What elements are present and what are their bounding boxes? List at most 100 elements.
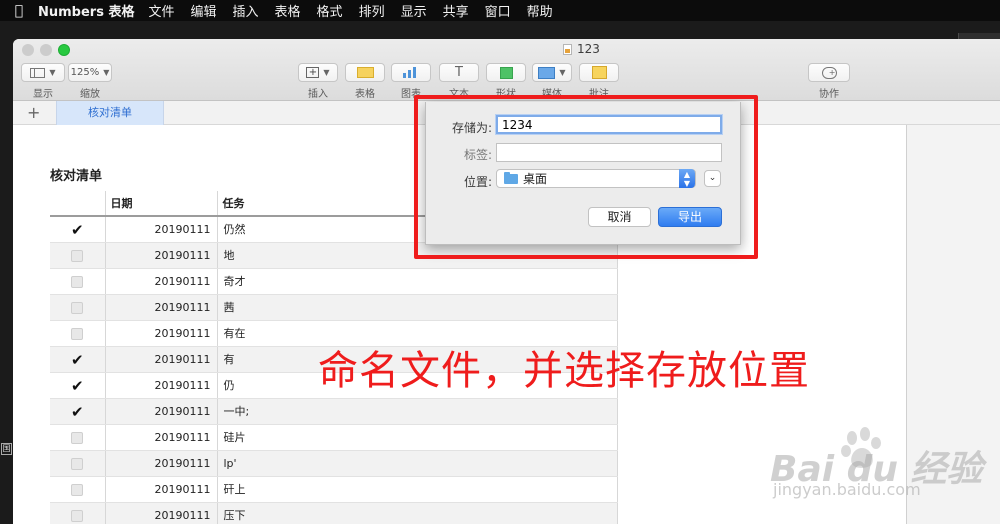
date-cell[interactable]: 20190111	[105, 268, 218, 295]
task-cell[interactable]: 茜	[217, 294, 618, 321]
apple-icon[interactable]: 	[0, 3, 38, 19]
media-icon	[538, 66, 556, 79]
date-cell[interactable]: 20190111	[105, 216, 218, 243]
date-cell[interactable]: 20190111	[105, 502, 218, 524]
menu-view[interactable]: 显示	[401, 1, 427, 20]
task-cell[interactable]: lp'	[217, 450, 618, 477]
minimize-window-button[interactable]	[40, 44, 52, 56]
date-cell[interactable]: 20190111	[105, 398, 218, 425]
watermark-url: jingyan.baidu.com	[773, 480, 921, 499]
table-row: 20190111 茜	[50, 294, 618, 321]
date-cell[interactable]: 20190111	[105, 372, 218, 399]
document-icon	[563, 43, 572, 55]
checkbox-cell[interactable]	[50, 242, 106, 269]
media-button[interactable]: ▼	[532, 63, 572, 82]
date-cell[interactable]: 20190111	[105, 294, 218, 321]
menu-bar:  Numbers 表格 文件 编辑 插入 表格 格式 排列 显示 共享 窗口 …	[0, 0, 1000, 21]
menu-insert[interactable]: 插入	[233, 1, 259, 20]
comment-icon	[591, 66, 607, 79]
date-cell[interactable]: 20190111	[105, 450, 218, 477]
menu-help[interactable]: 帮助	[527, 1, 553, 20]
maximize-window-button[interactable]	[58, 44, 70, 56]
checkbox-cell[interactable]	[50, 502, 106, 524]
table-row: 20190111 lp'	[50, 450, 618, 477]
menu-share[interactable]: 共享	[443, 1, 469, 20]
chevron-down-icon: ▼	[49, 68, 56, 77]
chart-icon	[402, 67, 420, 78]
menu-app-name[interactable]: Numbers 表格	[38, 1, 134, 20]
insert-icon: +	[306, 67, 320, 78]
document-title: 123	[563, 42, 600, 56]
checkbox-cell[interactable]: ✔	[50, 398, 106, 425]
insert-label: 插入	[308, 89, 328, 100]
checkbox-cell[interactable]: ✔	[50, 216, 106, 243]
checkbox-cell[interactable]	[50, 450, 106, 477]
checkbox[interactable]	[71, 457, 84, 470]
collaborate-label: 协作	[819, 89, 839, 100]
view-button[interactable]: ▼	[21, 63, 65, 82]
checkbox[interactable]	[71, 301, 84, 314]
checkbox[interactable]	[71, 275, 84, 288]
date-cell[interactable]: 20190111	[105, 242, 218, 269]
date-cell[interactable]: 20190111	[105, 346, 218, 373]
table-title[interactable]: 核对清单	[50, 165, 102, 184]
checkmark-icon[interactable]: ✔	[71, 222, 84, 237]
checkbox[interactable]	[71, 327, 84, 340]
checkbox[interactable]	[71, 509, 84, 522]
menu-arrange[interactable]: 排列	[359, 1, 385, 20]
task-cell[interactable]: 硅片	[217, 424, 618, 451]
checkmark-icon[interactable]: ✔	[71, 378, 84, 393]
task-cell[interactable]: 矸上	[217, 476, 618, 503]
date-cell[interactable]: 20190111	[105, 476, 218, 503]
window-toolbar: 123 ▼ 显示 125%▼ 缩放 +▼ 插入 表格 图表 T 文本 形状	[13, 39, 1000, 101]
checkbox-cell[interactable]	[50, 424, 106, 451]
menu-edit[interactable]: 编辑	[191, 1, 217, 20]
checkbox-cell[interactable]	[50, 294, 106, 321]
menu-file[interactable]: 文件	[148, 1, 174, 20]
shape-button[interactable]	[486, 63, 526, 82]
checkbox-cell[interactable]	[50, 268, 106, 295]
checkmark-icon[interactable]: ✔	[71, 352, 84, 367]
table-row: ✔ 20190111 一中;	[50, 398, 618, 425]
table-row: 20190111 压下	[50, 502, 618, 524]
checkmark-icon[interactable]: ✔	[71, 404, 84, 419]
header-checkbox-column[interactable]	[50, 191, 106, 217]
insert-button[interactable]: + ▼	[298, 63, 338, 82]
sidebar-view-icon	[30, 67, 46, 78]
task-cell[interactable]: 一中;	[217, 398, 618, 425]
task-cell[interactable]: 压下	[217, 502, 618, 524]
checkbox-cell[interactable]	[50, 476, 106, 503]
text-button[interactable]: T	[439, 63, 479, 82]
highlight-box	[414, 95, 758, 259]
chevron-down-icon: ▼	[323, 68, 330, 77]
checkbox[interactable]	[71, 431, 84, 444]
checkbox[interactable]	[71, 483, 84, 496]
table-button[interactable]	[345, 63, 385, 82]
close-window-button[interactable]	[22, 44, 34, 56]
checkbox-cell[interactable]	[50, 320, 106, 347]
chevron-down-icon: ▼	[559, 68, 566, 77]
zoom-button[interactable]: 125% ▼	[68, 63, 112, 82]
add-sheet-icon[interactable]: +	[27, 103, 40, 122]
table-label: 表格	[355, 89, 375, 100]
tab-checklist[interactable]: 核对清单	[56, 101, 164, 125]
checkbox[interactable]	[71, 249, 84, 262]
chevron-down-icon: ▼	[103, 68, 110, 77]
menu-format[interactable]: 格式	[317, 1, 343, 20]
task-cell[interactable]: 奇才	[217, 268, 618, 295]
menu-window[interactable]: 窗口	[485, 1, 511, 20]
zoom-label: 缩放	[80, 89, 100, 100]
date-cell[interactable]: 20190111	[105, 424, 218, 451]
table-row: 20190111 奇才	[50, 268, 618, 295]
checkbox-cell[interactable]: ✔	[50, 372, 106, 399]
annotation-text: 命名文件，并选择存放位置	[318, 348, 810, 394]
shape-icon	[499, 66, 513, 79]
collaborate-button[interactable]: +	[808, 63, 850, 82]
menu-table[interactable]: 表格	[275, 1, 301, 20]
comment-button[interactable]	[579, 63, 619, 82]
header-date[interactable]: 日期	[105, 191, 218, 217]
checkbox-cell[interactable]: ✔	[50, 346, 106, 373]
collaborate-icon: +	[821, 66, 837, 79]
chart-button[interactable]	[391, 63, 431, 82]
date-cell[interactable]: 20190111	[105, 320, 218, 347]
